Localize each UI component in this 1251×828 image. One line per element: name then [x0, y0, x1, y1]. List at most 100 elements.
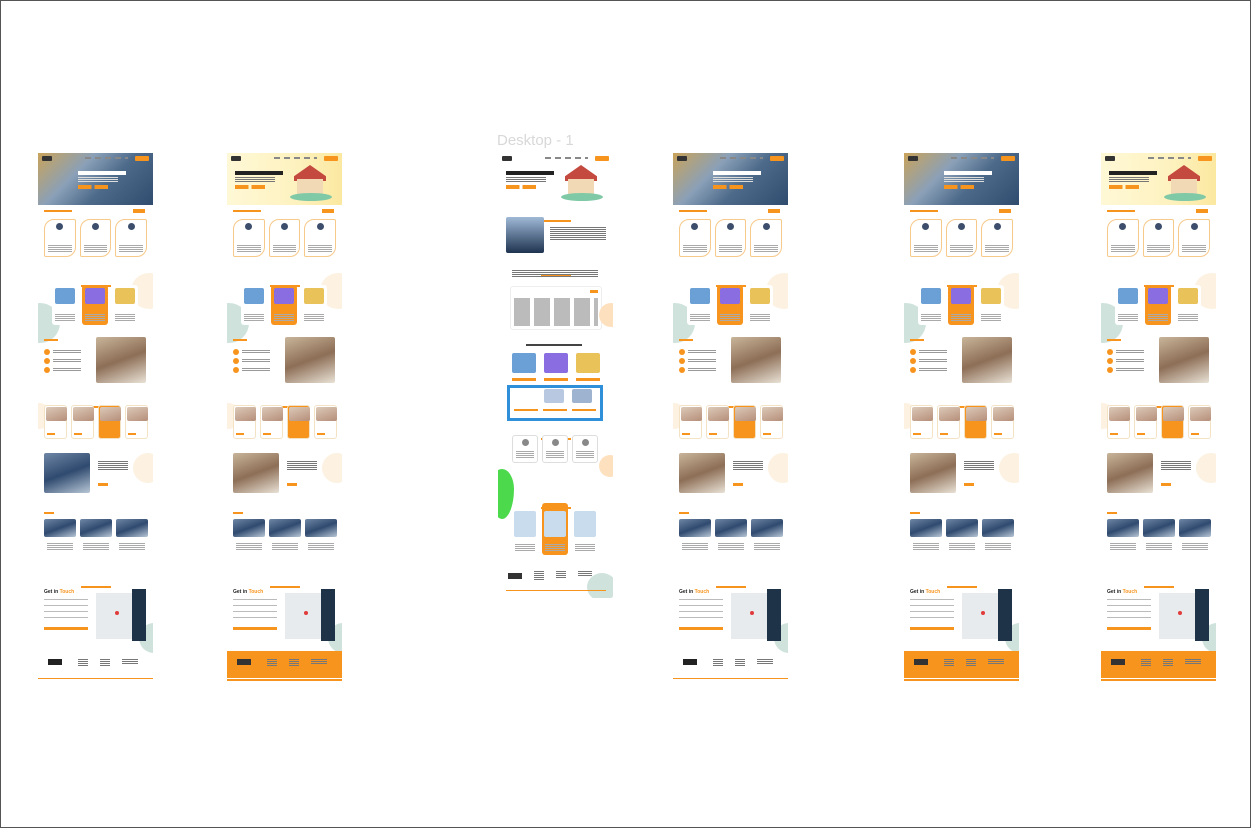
project-card[interactable]	[287, 405, 310, 439]
blog-card[interactable]	[269, 519, 301, 553]
frame-5[interactable]: Get in Touch	[904, 153, 1019, 681]
submit-button[interactable]	[233, 627, 277, 630]
more-button[interactable]	[322, 209, 334, 213]
category-card[interactable]	[717, 285, 743, 325]
team-card[interactable]	[679, 219, 711, 257]
footer-logo[interactable]	[914, 659, 928, 665]
project-card[interactable]	[937, 405, 960, 439]
submit-button[interactable]	[1107, 627, 1151, 630]
project-button[interactable]	[128, 433, 136, 435]
project-button[interactable]	[317, 433, 325, 435]
footer-logo[interactable]	[1111, 659, 1125, 665]
project-card[interactable]	[679, 405, 702, 439]
footer-links[interactable]	[1141, 659, 1151, 667]
blog-card[interactable]	[44, 519, 76, 553]
footer-links[interactable]	[713, 659, 723, 667]
project-card[interactable]	[1161, 405, 1184, 439]
project-button[interactable]	[74, 433, 82, 435]
project-card[interactable]	[1134, 405, 1157, 439]
category-card[interactable]	[1145, 285, 1171, 325]
footer-links[interactable]	[757, 659, 773, 665]
footer-links[interactable]	[1163, 659, 1173, 667]
footer-logo[interactable]	[508, 573, 522, 579]
nav-cta-button[interactable]	[770, 156, 784, 161]
footer-logo[interactable]	[683, 659, 697, 665]
category-card[interactable]	[112, 285, 138, 325]
hero-buttons[interactable]	[713, 185, 743, 189]
blog-card[interactable]	[116, 519, 148, 553]
team-card[interactable]	[233, 219, 265, 257]
team-card[interactable]	[910, 219, 942, 257]
team-card[interactable]	[79, 219, 112, 257]
category-card[interactable]	[1115, 285, 1141, 325]
project-button[interactable]	[290, 433, 298, 435]
logo[interactable]	[42, 156, 52, 161]
team-card[interactable]	[750, 219, 783, 257]
project-button[interactable]	[236, 433, 244, 435]
logo[interactable]	[908, 156, 918, 161]
blog-card[interactable]	[751, 519, 783, 553]
project-card[interactable]	[706, 405, 729, 439]
project-card[interactable]	[733, 405, 756, 439]
project-button[interactable]	[1164, 433, 1172, 435]
frame-1[interactable]: Get in Touch	[38, 153, 153, 681]
project-button[interactable]	[47, 433, 55, 435]
project-button[interactable]	[1110, 433, 1118, 435]
desktop-1[interactable]	[498, 153, 613, 598]
category-card[interactable]	[271, 285, 297, 325]
team-card[interactable]	[1142, 219, 1175, 257]
team-card[interactable]	[1178, 219, 1211, 257]
project-card[interactable]	[233, 405, 256, 439]
submit-button[interactable]	[44, 627, 88, 630]
category-button[interactable]	[576, 378, 600, 381]
team-card[interactable]	[44, 219, 76, 257]
project-button[interactable]	[1137, 433, 1145, 435]
project-button[interactable]	[967, 433, 975, 435]
logo[interactable]	[231, 156, 241, 161]
project-button[interactable]	[763, 433, 771, 435]
frame-label[interactable]: Desktop - 1	[497, 132, 574, 149]
blog-card[interactable]	[512, 503, 538, 555]
footer-links[interactable]	[578, 571, 592, 577]
project-card[interactable]	[1107, 405, 1130, 439]
footer-logo[interactable]	[237, 659, 251, 665]
blog-card[interactable]	[572, 503, 598, 555]
project-button[interactable]	[682, 433, 690, 435]
category-card[interactable]	[510, 353, 538, 383]
team-card[interactable]	[115, 219, 148, 257]
project-button[interactable]	[101, 433, 109, 435]
blog-card[interactable]	[679, 519, 711, 553]
category-button[interactable]	[512, 378, 536, 381]
footer-links[interactable]	[556, 571, 566, 579]
contact-form-fields[interactable]	[44, 599, 88, 623]
logo[interactable]	[1105, 156, 1115, 161]
project-button[interactable]	[263, 433, 271, 435]
project-button[interactable]	[913, 433, 921, 435]
blog-card[interactable]	[1143, 519, 1175, 553]
frame-4[interactable]: Get in Touch	[673, 153, 788, 681]
category-card[interactable]	[1175, 285, 1201, 325]
project-card[interactable]	[98, 405, 121, 439]
blog-card[interactable]	[982, 519, 1014, 553]
category-card[interactable]	[82, 285, 108, 325]
category-card[interactable]	[948, 285, 974, 325]
category-button[interactable]	[544, 378, 568, 381]
footer-links[interactable]	[122, 659, 138, 665]
category-card[interactable]	[687, 285, 713, 325]
team-card[interactable]	[1107, 219, 1139, 257]
blog-card[interactable]	[305, 519, 337, 553]
category-card[interactable]	[918, 285, 944, 325]
contact-form-fields[interactable]	[1107, 599, 1151, 623]
about-button[interactable]	[98, 483, 108, 486]
about-button[interactable]	[287, 483, 297, 486]
project-card[interactable]	[44, 405, 67, 439]
team-card[interactable]	[714, 219, 747, 257]
about-button[interactable]	[733, 483, 743, 486]
project-button[interactable]	[994, 433, 1002, 435]
footer-links[interactable]	[311, 659, 327, 665]
hero-buttons[interactable]	[506, 185, 536, 189]
project-card[interactable]	[125, 405, 148, 439]
more-button[interactable]	[999, 209, 1011, 213]
category-card[interactable]	[241, 285, 267, 325]
footer-links[interactable]	[735, 659, 745, 667]
